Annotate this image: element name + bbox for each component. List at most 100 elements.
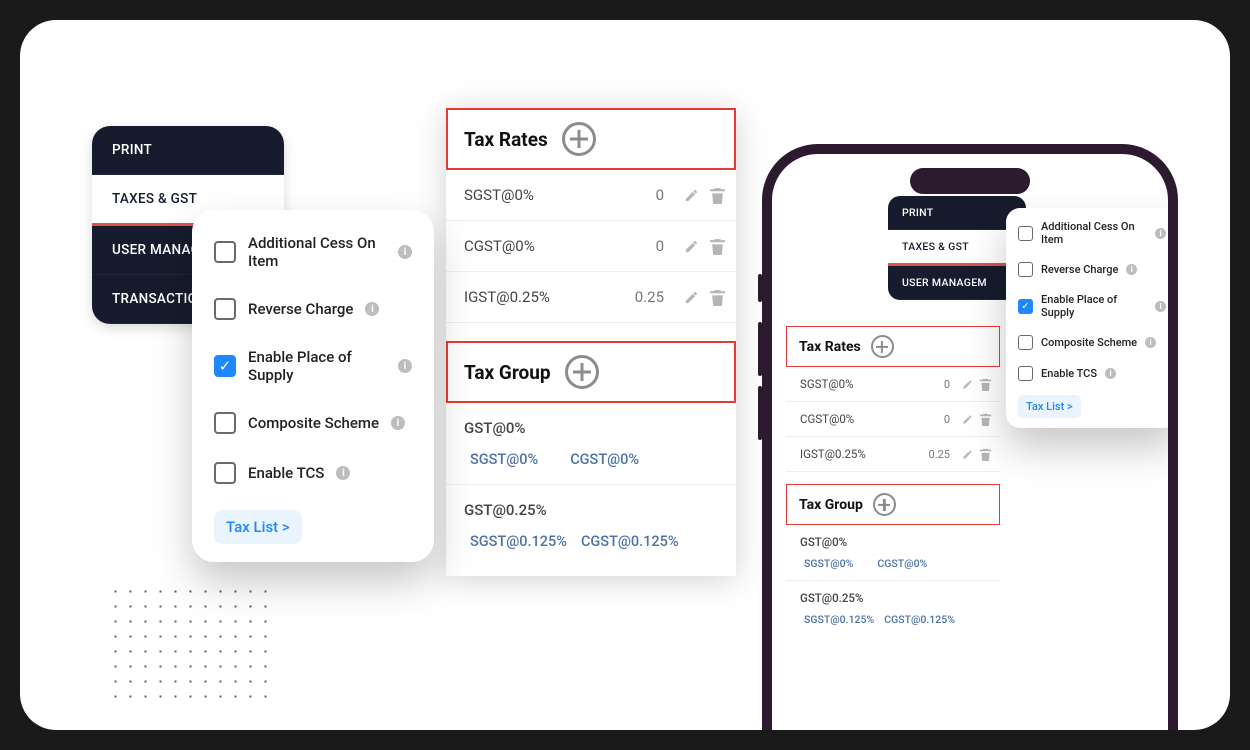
gst-settings-card: Additional Cess On Item i Reverse Charge… [192, 210, 434, 562]
tax-list-link[interactable]: Tax List > [214, 510, 302, 544]
tax-group-header: Tax Group [786, 484, 1000, 525]
option-composite-scheme[interactable]: Composite Scheme i [1006, 327, 1168, 358]
group-part: CGST@0% [877, 557, 927, 570]
phone-screen: PRINT TAXES & GST USER MANAGEM Additiona… [772, 154, 1168, 730]
group-name: GST@0% [464, 419, 718, 437]
edit-icon[interactable] [682, 288, 700, 306]
tax-rates-title: Tax Rates [799, 339, 861, 355]
phone-mockup: PRINT TAXES & GST USER MANAGEM Additiona… [762, 144, 1178, 730]
rate-name: CGST@0% [800, 412, 944, 426]
checkbox-checked[interactable]: ✓ [214, 355, 236, 377]
checkbox-checked[interactable]: ✓ [1018, 299, 1033, 314]
rate-value: 0 [944, 413, 950, 426]
info-icon[interactable]: i [1105, 368, 1116, 379]
tax-group-row: GST@0.25% SGST@0.125% CGST@0.125% [446, 485, 736, 566]
rate-name: IGST@0.25% [800, 447, 929, 461]
info-icon[interactable]: i [1155, 301, 1166, 312]
option-place-of-supply[interactable]: ✓ Enable Place of Supply i [1006, 285, 1168, 327]
tax-group-row: GST@0% SGST@0% CGST@0% [786, 525, 1000, 581]
checkbox[interactable] [214, 298, 236, 320]
edit-icon[interactable] [961, 378, 974, 391]
option-label: Reverse Charge [1041, 263, 1118, 276]
option-reverse-charge[interactable]: Reverse Charge i [192, 284, 434, 334]
tax-rate-row: CGST@0% 0 [786, 402, 1000, 437]
rate-value: 0.25 [635, 288, 664, 306]
group-part: SGST@0.125% [804, 613, 874, 626]
group-part: SGST@0% [470, 451, 538, 468]
info-icon[interactable]: i [1126, 264, 1137, 275]
option-label: Additional Cess On Item [248, 234, 386, 270]
rate-name: SGST@0% [464, 186, 656, 204]
group-parts: SGST@0.125% CGST@0.125% [464, 533, 718, 560]
delete-icon[interactable] [708, 288, 726, 306]
add-tax-rate-button[interactable] [871, 335, 894, 358]
rate-name: IGST@0.25% [464, 288, 635, 306]
option-enable-tcs[interactable]: Enable TCS i [192, 448, 434, 498]
tax-rate-row: CGST@0% 0 [446, 221, 736, 272]
tax-rates-header: Tax Rates [446, 108, 736, 170]
info-icon[interactable]: i [398, 245, 412, 259]
group-part: SGST@0.125% [470, 533, 567, 550]
info-icon[interactable]: i [1145, 337, 1156, 348]
add-tax-group-button[interactable] [565, 355, 599, 389]
rate-value: 0 [656, 237, 664, 255]
rate-value: 0 [944, 378, 950, 391]
tax-rate-row: SGST@0% 0 [786, 367, 1000, 402]
checkbox[interactable] [1018, 366, 1033, 381]
tax-rates-title: Tax Rates [464, 128, 548, 151]
info-icon[interactable]: i [1155, 228, 1166, 239]
option-label: Enable TCS [248, 464, 324, 482]
delete-icon[interactable] [979, 378, 992, 391]
tax-group-row: GST@0.25% SGST@0.125% CGST@0.125% [786, 581, 1000, 636]
tax-list-link[interactable]: Tax List > [1018, 395, 1081, 418]
option-label: Enable TCS [1041, 367, 1097, 380]
delete-icon[interactable] [708, 237, 726, 255]
delete-icon[interactable] [979, 413, 992, 426]
option-composite-scheme[interactable]: Composite Scheme i [192, 398, 434, 448]
checkbox[interactable] [1018, 226, 1033, 241]
info-icon[interactable]: i [365, 302, 379, 316]
tax-group-header: Tax Group [446, 341, 736, 403]
add-tax-group-button[interactable] [873, 493, 896, 516]
sidebar-item-print[interactable]: PRINT [92, 126, 284, 175]
phone-side-button [758, 274, 762, 302]
group-part: CGST@0.125% [581, 533, 679, 550]
edit-icon[interactable] [682, 237, 700, 255]
group-part: CGST@0.125% [884, 613, 955, 626]
group-name: GST@0% [800, 535, 986, 549]
option-reverse-charge[interactable]: Reverse Charge i [1006, 254, 1168, 285]
edit-icon[interactable] [961, 448, 974, 461]
tax-group-title: Tax Group [464, 361, 551, 384]
app-frame: PRINT TAXES & GST USER MANAGEMENT TRANSA… [20, 20, 1230, 730]
tax-rate-row: SGST@0% 0 [446, 170, 736, 221]
option-label: Enable Place of Supply [1041, 293, 1147, 319]
group-parts: SGST@0% CGST@0% [800, 557, 986, 576]
checkbox[interactable] [1018, 335, 1033, 350]
checkbox[interactable] [214, 241, 236, 263]
phone-side-button [758, 322, 762, 376]
option-additional-cess[interactable]: Additional Cess On Item i [192, 220, 434, 284]
edit-icon[interactable] [961, 413, 974, 426]
decorative-dot-grid [108, 584, 270, 706]
phone-side-button [758, 386, 762, 440]
checkbox[interactable] [214, 462, 236, 484]
delete-icon[interactable] [979, 448, 992, 461]
info-icon[interactable]: i [336, 466, 350, 480]
checkbox[interactable] [214, 412, 236, 434]
option-label: Enable Place of Supply [248, 348, 386, 384]
info-icon[interactable]: i [391, 416, 405, 430]
checkbox[interactable] [1018, 262, 1033, 277]
group-part: CGST@0% [570, 451, 639, 468]
group-name: GST@0.25% [800, 591, 986, 605]
tax-rates-header: Tax Rates [786, 326, 1000, 367]
option-place-of-supply[interactable]: ✓ Enable Place of Supply i [192, 334, 434, 398]
option-label: Composite Scheme [248, 414, 379, 432]
rate-name: SGST@0% [800, 377, 944, 391]
option-enable-tcs[interactable]: Enable TCS i [1006, 358, 1168, 389]
option-additional-cess[interactable]: Additional Cess On Item i [1006, 212, 1168, 254]
tax-group-row: GST@0% SGST@0% CGST@0% [446, 403, 736, 485]
delete-icon[interactable] [708, 186, 726, 204]
add-tax-rate-button[interactable] [562, 122, 596, 156]
edit-icon[interactable] [682, 186, 700, 204]
info-icon[interactable]: i [398, 359, 412, 373]
